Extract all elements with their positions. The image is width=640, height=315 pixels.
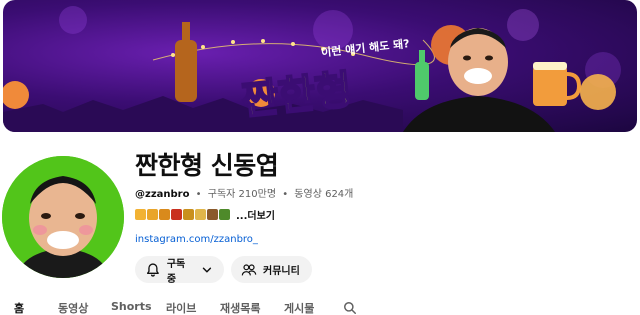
channel-handle: @zzanbro <box>135 189 190 200</box>
meta-separator: • <box>195 189 202 200</box>
video-count: 동영상 624개 <box>294 189 354 200</box>
tab-shorts[interactable]: Shorts <box>111 300 152 313</box>
channel-external-link[interactable]: instagram.com/zzanbro_ <box>135 234 258 245</box>
community-button-label: 커뮤니티 <box>263 266 300 277</box>
subscribed-button[interactable]: 구독중 <box>135 256 224 285</box>
bell-icon <box>146 262 159 277</box>
description-emojis <box>135 209 230 220</box>
tab-playlists[interactable]: 재생목록 <box>220 300 260 315</box>
subscribed-button-label: 구독중 <box>166 258 186 285</box>
tab-live[interactable]: 라이브 <box>166 300 196 315</box>
people-icon <box>241 263 257 275</box>
sake-emoji-icon <box>171 209 182 220</box>
tab-videos[interactable]: 동영상 <box>58 300 88 315</box>
channel-title: 짠한형 신동엽 <box>135 151 279 180</box>
community-button[interactable]: 커뮤니티 <box>231 256 312 283</box>
tab-posts[interactable]: 게시물 <box>284 300 314 315</box>
banner-art: 짠한형 이런 얘기 해도 돼? <box>3 6 621 132</box>
beer-mug-emoji-icon <box>147 209 158 220</box>
wine-emoji-icon <box>207 209 218 220</box>
chevron-down-icon <box>202 267 212 272</box>
channel-meta: @zzanbro • 구독자 210만명 • 동영상 624개 <box>135 185 353 200</box>
tumbler-emoji-icon <box>183 209 194 220</box>
search-icon[interactable] <box>343 301 357 315</box>
cocktail-emoji-icon <box>195 209 206 220</box>
channel-avatar[interactable] <box>2 156 124 278</box>
clinking-glasses-emoji-icon <box>159 209 170 220</box>
channel-banner: 짠한형 이런 얘기 해도 돼? <box>3 0 637 132</box>
channel-description[interactable]: ...더보기 <box>135 207 275 222</box>
avatar-face <box>2 156 124 278</box>
tab-home[interactable]: 홈 <box>14 300 24 315</box>
beer-emoji-icon <box>135 209 146 220</box>
bottle-emoji-icon <box>219 209 230 220</box>
description-more-link[interactable]: ...더보기 <box>236 207 275 222</box>
meta-separator: • <box>282 189 289 200</box>
subscriber-count: 구독자 210만명 <box>207 189 277 200</box>
